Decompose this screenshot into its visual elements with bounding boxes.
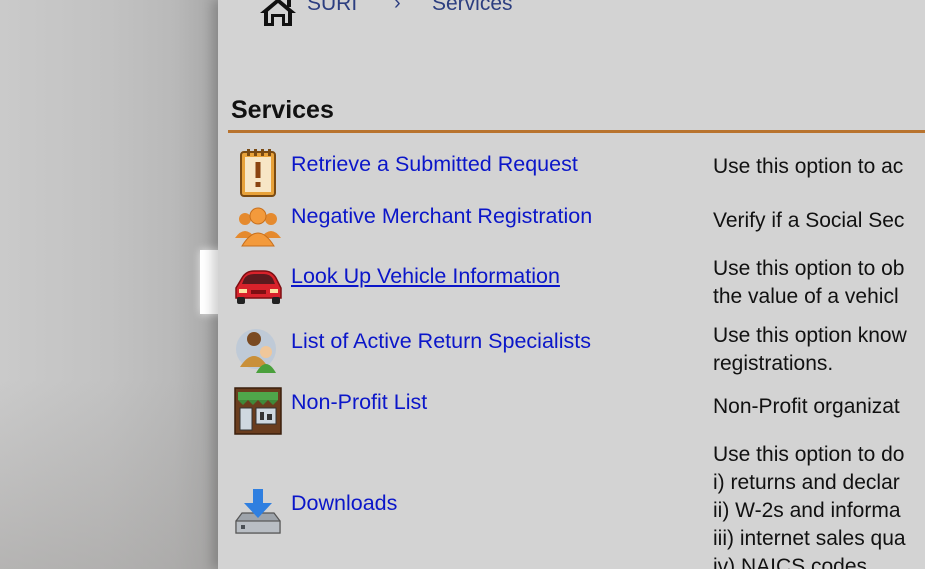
return-specialists-description-line-1: Use this option know xyxy=(713,324,907,347)
home-icon[interactable] xyxy=(258,0,298,27)
breadcrumb-separator: › xyxy=(394,0,401,14)
red-car-icon xyxy=(235,270,282,304)
downloads-description-line-2: i) returns and declar xyxy=(713,471,900,494)
downloads-description-line-4: iii) internet sales qua xyxy=(713,527,906,550)
non-profit-link[interactable]: Non-Profit List xyxy=(291,390,427,415)
downloads-description-line-5: iv) NAICS codes xyxy=(713,555,868,569)
vehicle-lookup-description-line-2: the value of a vehicl xyxy=(713,285,899,308)
download-tray-icon xyxy=(235,489,281,534)
return-specialists-link[interactable]: List of Active Return Specialists xyxy=(291,329,591,354)
page-title: Services xyxy=(231,96,334,124)
title-divider xyxy=(228,130,925,133)
retrieve-request-description: Use this option to ac xyxy=(713,155,904,178)
return-specialists-description-line-2: registrations. xyxy=(713,352,834,375)
vehicle-lookup-link[interactable]: Look Up Vehicle Information xyxy=(291,264,560,289)
downloads-description: Use this option to do i) returns and dec… xyxy=(713,441,906,569)
desktop-backdrop-shade xyxy=(0,380,218,569)
non-profit-description: Non-Profit organizat xyxy=(713,395,900,418)
downloads-link[interactable]: Downloads xyxy=(291,491,397,516)
downloads-description-line-3: ii) W-2s and informa xyxy=(713,499,901,522)
vehicle-lookup-description-line-1: Use this option to ob xyxy=(713,257,905,280)
return-specialists-description: Use this option know registrations. xyxy=(713,322,907,378)
specialists-icon xyxy=(236,329,276,373)
retrieve-request-link[interactable]: Retrieve a Submitted Request xyxy=(291,152,578,177)
services-panel: SURI › Services Services Retrieve a Subm… xyxy=(218,0,925,569)
breadcrumb-item-services[interactable]: Services xyxy=(432,0,513,16)
storefront-icon xyxy=(234,387,282,435)
breadcrumb-item-suri[interactable]: SURI xyxy=(307,0,357,16)
clipboard-exclamation-icon xyxy=(240,149,276,197)
group-people-icon xyxy=(235,207,281,247)
negative-merchant-description: Verify if a Social Sec xyxy=(713,209,905,232)
vehicle-lookup-description: Use this option to ob the value of a veh… xyxy=(713,255,904,311)
negative-merchant-link[interactable]: Negative Merchant Registration xyxy=(291,204,592,229)
downloads-description-line-1: Use this option to do xyxy=(713,443,905,466)
